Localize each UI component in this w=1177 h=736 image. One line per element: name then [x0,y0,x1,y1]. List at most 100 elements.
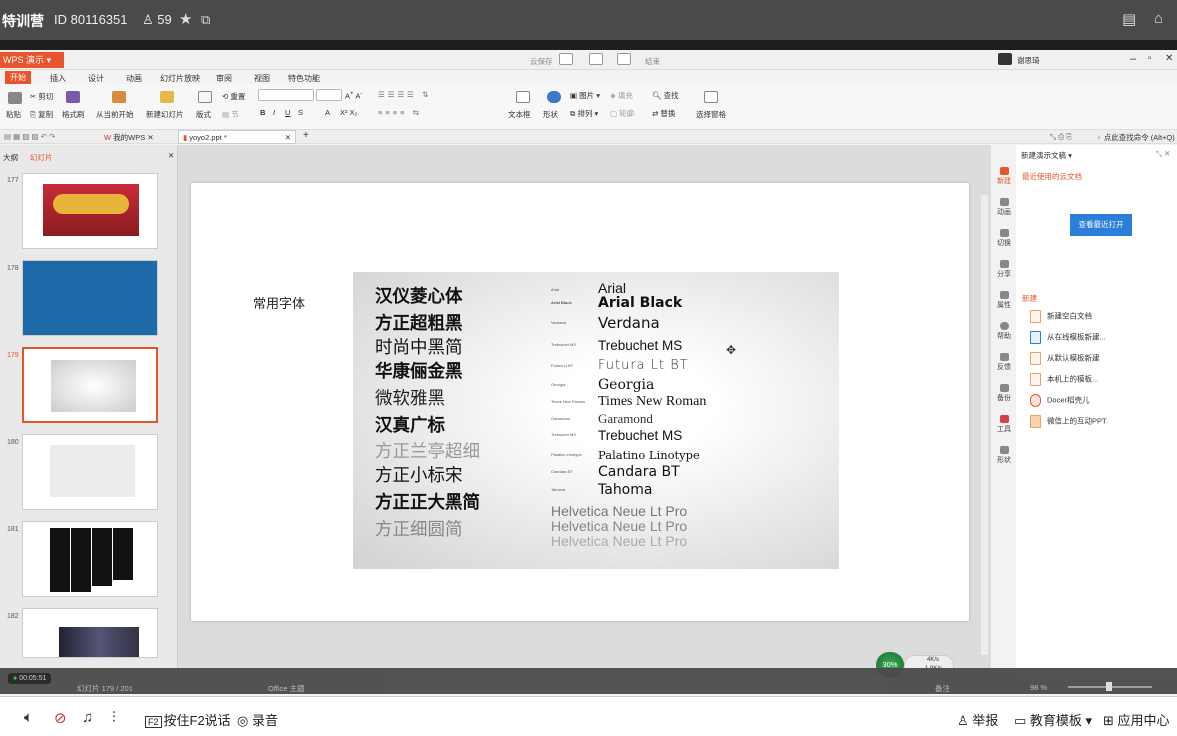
outline-button[interactable]: ▢ 轮廓 [610,108,634,119]
lock-icon[interactable] [617,53,631,65]
new-blank-item[interactable]: 新建空白文档 [1030,310,1092,323]
paste-icon[interactable] [8,92,22,104]
current-slide[interactable]: 常用字体 汉仪菱心体 方正超粗黑 时尚中黑简 华康俪金黑 微软雅黑 汉真广标 方… [191,183,969,621]
bold-icon[interactable]: B [260,108,265,117]
share-icon[interactable]: ⧉ [201,12,210,28]
italic-icon[interactable]: I [273,108,275,117]
tab-slides[interactable]: 幻灯片 [30,152,53,163]
online-template-item[interactable]: 从在线模板新建... [1030,331,1106,344]
tab-animation[interactable]: 动画 [126,73,142,84]
font-sample-image[interactable]: 汉仪菱心体 方正超粗黑 时尚中黑简 华康俪金黑 微软雅黑 汉真广标 方正兰亭超细… [353,272,839,569]
home-icon[interactable]: ⌂ [1154,10,1163,27]
tab-review[interactable]: 审阅 [216,73,232,84]
strip-transition[interactable]: 切换 [991,229,1017,248]
tab-view[interactable]: 视图 [254,73,270,84]
list-icon[interactable]: ▤ [1122,10,1136,28]
edu-template-button[interactable]: ▭ 教育模板 ▾ [1014,710,1092,729]
local-template-item[interactable]: 本机上的模板... [1030,373,1098,386]
docer-item[interactable]: Docer稻壳儿 [1030,394,1090,407]
view-recent-button[interactable]: 查看最近打开 [1070,214,1132,236]
font-color-icon[interactable]: A [325,108,330,117]
strip-tools[interactable]: 工具 [991,415,1017,434]
select-pane-button[interactable]: 选择窗格 [696,109,726,120]
tab-document[interactable]: ▮ yoyo2.ppt * ✕ [178,130,296,144]
strip-share[interactable]: 分享 [991,260,1017,279]
pane-controls-icon[interactable]: ⤡ ✕ [1156,149,1170,159]
wechat-ppt-item[interactable]: 微信上的互动PPT [1030,415,1107,428]
task-pane-header[interactable]: 新建演示文稿 ▾ [1021,150,1072,161]
slide-thumbnail-selected[interactable] [22,347,158,423]
layout-grid-icon[interactable] [198,91,212,103]
mixer-icon[interactable]: ⫶ [112,709,116,726]
user-name[interactable]: 谢思琦 [1017,55,1040,66]
strip-help[interactable]: 帮助 [991,322,1017,341]
tab-home[interactable]: 开始 [5,71,31,84]
play-icon[interactable] [112,91,126,103]
new-slide-icon[interactable] [160,91,174,103]
format-painter-button[interactable]: 格式刷 [62,109,85,120]
from-current-button[interactable]: 从当前开始 [96,109,134,120]
tab-design[interactable]: 设计 [88,73,104,84]
layout-icon[interactable] [559,53,573,65]
tab-slideshow[interactable]: 幻灯片放映 [160,73,200,84]
tab-outline[interactable]: 大纲 [3,152,18,163]
default-template-item[interactable]: 从默认模板新建 [1030,352,1100,365]
zoom-level[interactable]: 98 % [1030,683,1047,692]
tab-insert[interactable]: 插入 [50,73,66,84]
new-slide-button[interactable]: 新建幻灯片 [146,109,184,120]
slide-thumbnail[interactable] [22,173,158,249]
slide-thumbnail[interactable] [22,608,158,658]
brush-icon[interactable] [66,91,80,103]
notes-toggle[interactable]: 备注 [935,683,950,694]
fill-button[interactable]: ◈ 填充 [610,90,633,101]
zoom-slider-handle[interactable] [1106,682,1112,691]
window-icon[interactable] [589,53,603,65]
textbox-button[interactable]: 文本框 [508,109,531,120]
close-icon[interactable]: ✕ [1165,53,1173,64]
shape-icon[interactable] [547,91,561,103]
slide-editing-canvas[interactable]: 常用字体 汉仪菱心体 方正超粗黑 时尚中黑简 华康俪金黑 微软雅黑 汉真广标 方… [178,145,990,675]
font-size-select[interactable] [316,89,342,101]
record-button[interactable]: ◎ 录音 [237,710,278,729]
maximize-icon[interactable]: ▫ [1148,53,1152,64]
slide-thumbnail[interactable] [22,260,158,336]
app-center-button[interactable]: ⊞ 应用中心 [1103,710,1170,729]
reset-button[interactable]: ⟲ 重置 [222,91,245,102]
font-name-select[interactable] [258,89,314,101]
tab-special[interactable]: 特色功能 [288,73,320,84]
wps-app-menu[interactable]: WPS 演示 ▾ [0,52,64,68]
cloud-save-label[interactable]: 云保存 [530,56,553,67]
strip-properties[interactable]: 属性 [991,291,1017,310]
shape-button[interactable]: 形状 [543,109,558,120]
mic-muted-icon[interactable]: ⊘ [54,709,67,727]
superscript-icon[interactable]: X² X₂ [340,108,358,117]
arrange-button[interactable]: ⧉ 排列 ▾ [570,108,598,119]
select-pane-icon[interactable] [704,91,718,103]
command-search[interactable]: ♀ 点此查找命令 (Alt+Q) [1096,132,1175,143]
tab-my-wps[interactable]: W 我的WPS ✕ [104,132,154,143]
music-icon[interactable]: ♫ [82,709,93,726]
strip-feedback[interactable]: 反馈 [991,353,1017,372]
quick-access-icons[interactable]: ▤ ▦ ▧ ▨ ↶ ↷ [4,132,55,141]
replace-button[interactable]: ⇄ 替换 [652,108,675,119]
report-button[interactable]: ♙ 举报 [957,710,998,729]
font-size-up-icon[interactable]: A+ A- [345,90,362,101]
slide-thumbnail[interactable] [22,434,158,510]
underline-icon[interactable]: U [285,108,290,117]
strip-backup[interactable]: 备份 [991,384,1017,403]
vertical-scrollbar[interactable] [981,195,988,655]
strike-icon[interactable]: S [298,108,303,117]
find-button[interactable]: 🔍︎ 查找 [652,90,679,101]
slide-thumbnail[interactable] [22,521,158,597]
copy-button[interactable]: ⎘ 复制 [30,109,53,120]
layout-button[interactable]: 版式 [196,109,211,120]
section-button[interactable]: ▤ 节 [222,109,239,120]
strip-shape[interactable]: 形状 [991,446,1017,465]
picture-button[interactable]: ▣ 图片 ▾ [570,90,600,101]
end-label[interactable]: 结束 [645,56,660,67]
textbox-icon[interactable] [516,91,530,103]
slide-title[interactable]: 常用字体 [253,293,305,312]
push-to-talk-button[interactable]: F2 按住F2说话 [145,710,231,729]
minimize-icon[interactable]: – [1130,53,1136,65]
strip-animation[interactable]: 动画 [991,198,1017,217]
